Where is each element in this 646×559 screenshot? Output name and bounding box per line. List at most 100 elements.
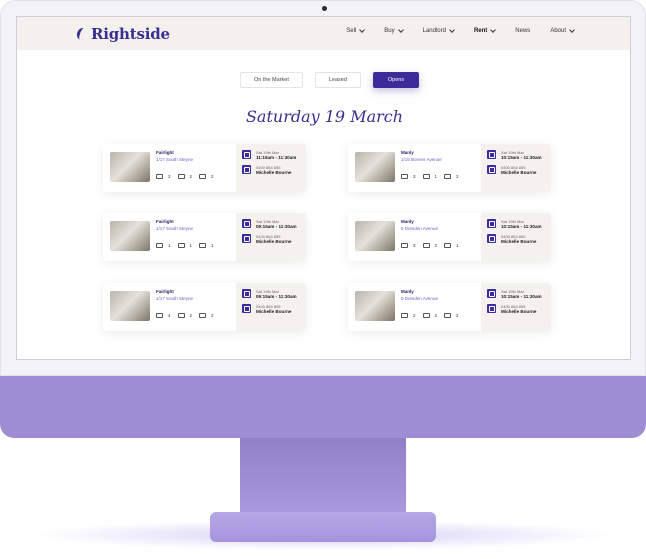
chevron-down-icon bbox=[359, 27, 366, 33]
chevron-down-icon bbox=[449, 27, 455, 33]
calendar-icon bbox=[487, 219, 496, 228]
inspection-hours: 10:15am - 11:30am bbox=[501, 294, 542, 299]
car-count: 2 bbox=[199, 174, 214, 179]
listing-photo[interactable] bbox=[110, 152, 150, 182]
listing-info: Fairlight 1/17 South Steyne 3 2 2 bbox=[156, 144, 236, 192]
agent-contact[interactable]: 0400 864 855 Michelle Bourne bbox=[487, 304, 545, 314]
bed-icon bbox=[156, 243, 163, 248]
brand-logo[interactable]: Rightside bbox=[75, 25, 170, 43]
listing-address[interactable]: 1/17 South Steyne bbox=[156, 157, 236, 162]
listing-suburb[interactable]: Manly bbox=[401, 289, 481, 294]
listing-features: 3 1 2 bbox=[401, 174, 481, 179]
listing-photo[interactable] bbox=[110, 221, 150, 251]
bath-count: 2 bbox=[422, 313, 437, 318]
nav-item-about[interactable]: About bbox=[550, 27, 575, 34]
listing-suburb[interactable]: Fairlight bbox=[156, 219, 236, 224]
listing-photo[interactable] bbox=[355, 291, 395, 321]
tab-opens[interactable]: Opens bbox=[372, 72, 420, 88]
car-count: 2 bbox=[199, 313, 214, 318]
agent-name: Michelle Bourne bbox=[501, 170, 537, 175]
logo-icon bbox=[75, 26, 89, 42]
monitor-bezel: Rightside Sell Buy Landlord Rent News Ab… bbox=[0, 0, 646, 376]
nav-item-buy[interactable]: Buy bbox=[384, 27, 404, 34]
top-navigation: Rightside Sell Buy Landlord Rent News Ab… bbox=[17, 17, 630, 50]
nav-item-landlord[interactable]: Landlord bbox=[423, 27, 455, 34]
listing-card[interactable]: Manly 1/15 Bonner Avenue 3 1 2 Sat 19th … bbox=[348, 144, 551, 192]
phone-icon bbox=[487, 304, 496, 313]
nav-item-rent[interactable]: Rent bbox=[474, 27, 497, 34]
listing-address[interactable]: 1/17 South Steyne bbox=[156, 296, 236, 301]
inspection-panel: Sat 19th Mar 10:15am - 11:30am 0400 864 8… bbox=[481, 144, 551, 192]
inspection-time[interactable]: Sat 19th Mar 10:15am - 11:30am bbox=[487, 289, 545, 299]
chevron-down-icon bbox=[397, 27, 404, 33]
bath-count: 2 bbox=[177, 313, 192, 318]
listing-suburb[interactable]: Manly bbox=[401, 150, 481, 155]
inspection-time[interactable]: Sat 19th Mar 09:15am - 11:30am bbox=[242, 219, 300, 229]
listing-card[interactable]: Fairlight 1/17 South Steyne 3 2 2 Sat 19… bbox=[103, 144, 306, 192]
phone-icon bbox=[487, 165, 496, 174]
inspection-panel: Sat 19th Mar 09:15am - 11:30am 0400 864 8… bbox=[236, 283, 306, 331]
listing-info: Fairlight 1/17 South Steyne 1 1 1 bbox=[156, 213, 236, 261]
listing-info: Manly 1/15 Bonner Avenue 3 1 2 bbox=[401, 144, 481, 192]
bath-icon bbox=[422, 243, 430, 248]
listing-card[interactable]: Fairlight 1/17 South Steyne 1 1 1 Sat 19… bbox=[103, 213, 306, 261]
phone-icon bbox=[242, 234, 251, 243]
bath-count: 2 bbox=[422, 243, 437, 248]
listing-features: 4 2 2 bbox=[156, 313, 236, 318]
bath-icon bbox=[422, 313, 430, 318]
listing-card[interactable]: Manly 5 Dresden Avenue 2 2 2 Sat 19th Ma… bbox=[348, 283, 551, 331]
monitor-chin bbox=[0, 376, 646, 438]
main-menu: Sell Buy Landlord Rent News About bbox=[326, 27, 575, 34]
agent-name: Michelle Bourne bbox=[256, 309, 292, 314]
car-icon bbox=[199, 174, 207, 179]
bed-icon bbox=[401, 174, 408, 179]
inspection-time[interactable]: Sat 19th Mar 11:15am - 11:30am bbox=[242, 150, 300, 160]
inspection-hours: 10:15am - 11:30am bbox=[501, 224, 542, 229]
listing-card[interactable]: Fairlight 1/17 South Steyne 4 2 2 Sat 19… bbox=[103, 283, 306, 331]
agent-contact[interactable]: 0400 864 855 Michelle Bourne bbox=[242, 165, 300, 175]
nav-item-news[interactable]: News bbox=[515, 28, 530, 34]
listing-address[interactable]: 1/15 Bonner Avenue bbox=[401, 157, 481, 162]
car-icon bbox=[444, 313, 452, 318]
bed-count: 4 bbox=[156, 313, 171, 318]
bed-icon bbox=[401, 313, 408, 318]
tab-on-the-market[interactable]: On the Market bbox=[240, 72, 303, 88]
agent-contact[interactable]: 0400 864 855 Michelle Bourne bbox=[487, 165, 545, 175]
listing-address[interactable]: 5 Dresden Avenue bbox=[401, 226, 481, 231]
listing-info: Manly 5 Dresden Avenue 2 2 2 bbox=[401, 283, 481, 331]
listing-info: Fairlight 1/17 South Steyne 4 2 2 bbox=[156, 283, 236, 331]
listing-photo[interactable] bbox=[355, 221, 395, 251]
car-icon bbox=[444, 243, 452, 248]
listing-photo[interactable] bbox=[355, 152, 395, 182]
bath-icon bbox=[177, 243, 185, 248]
inspection-time[interactable]: Sat 19th Mar 10:15am - 11:30am bbox=[487, 219, 545, 229]
inspection-time[interactable]: Sat 19th Mar 10:15am - 11:30am bbox=[487, 150, 545, 160]
listing-address[interactable]: 5 Dresden Avenue bbox=[401, 296, 481, 301]
bed-icon bbox=[156, 313, 163, 318]
listing-features: 3 2 1 bbox=[401, 243, 481, 248]
agent-name: Michelle Bourne bbox=[501, 309, 537, 314]
listing-suburb[interactable]: Fairlight bbox=[156, 289, 236, 294]
car-icon bbox=[444, 174, 452, 179]
bed-count: 3 bbox=[401, 174, 416, 179]
bed-count: 2 bbox=[401, 313, 416, 318]
listing-suburb[interactable]: Fairlight bbox=[156, 150, 236, 155]
car-count: 2 bbox=[444, 174, 459, 179]
calendar-icon bbox=[487, 150, 496, 159]
inspection-hours: 11:15am - 11:30am bbox=[256, 155, 297, 160]
chevron-down-icon bbox=[569, 27, 575, 33]
car-count: 2 bbox=[444, 313, 459, 318]
nav-item-sell[interactable]: Sell bbox=[346, 27, 366, 34]
inspection-time[interactable]: Sat 19th Mar 09:15am - 11:30am bbox=[242, 289, 300, 299]
listing-address[interactable]: 1/17 South Steyne bbox=[156, 226, 236, 231]
agent-contact[interactable]: 0400 864 855 Michelle Bourne bbox=[487, 234, 545, 244]
listing-tabs: On the Market Leased Opens bbox=[240, 72, 420, 88]
listing-photo[interactable] bbox=[110, 291, 150, 321]
monitor-mockup: Rightside Sell Buy Landlord Rent News Ab… bbox=[0, 0, 646, 559]
agent-contact[interactable]: 0400 864 855 Michelle Bourne bbox=[242, 234, 300, 244]
agent-contact[interactable]: 0400 864 855 Michelle Bourne bbox=[242, 304, 300, 314]
listing-suburb[interactable]: Manly bbox=[401, 219, 481, 224]
tab-leased[interactable]: Leased bbox=[314, 72, 361, 88]
camera-dot bbox=[322, 6, 327, 11]
listing-card[interactable]: Manly 5 Dresden Avenue 3 2 1 Sat 19th Ma… bbox=[348, 213, 551, 261]
